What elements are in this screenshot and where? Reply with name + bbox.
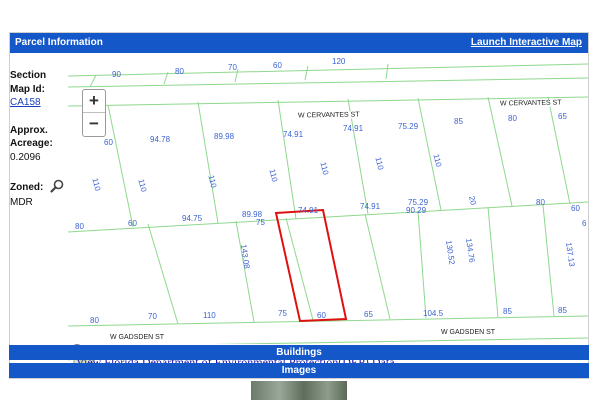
dim-label: 110 — [90, 177, 103, 192]
dim-label: 110 — [203, 311, 216, 320]
dim-label: 80 — [536, 198, 545, 207]
dim-label: 90 — [112, 70, 121, 79]
dim-label: 74.91 — [360, 202, 381, 211]
dim-label: 75 — [278, 309, 287, 318]
dim-label: 110 — [267, 168, 280, 183]
dim-label: 134.76 — [464, 237, 477, 264]
dim-label: 110 — [136, 178, 149, 193]
dimension-labels: 90 80 70 60 120 60 94.78 89.98 74.91 74.… — [68, 54, 588, 344]
zoned-label: Zoned: — [10, 182, 44, 193]
dim-label: 94.75 — [182, 214, 203, 223]
property-photo-thumbnail[interactable] — [251, 381, 347, 400]
parcel-map[interactable]: W CERVANTES ST W CERVANTES ST W GADSDEN … — [68, 54, 588, 344]
dim-label: 74.91 — [283, 130, 304, 139]
dim-label: 137.13 — [564, 241, 577, 268]
dim-label: 75.29 — [398, 122, 419, 131]
panel-title: Parcel Information — [15, 37, 103, 48]
dim-label: 80 — [75, 222, 84, 231]
dim-label: 60 — [104, 138, 113, 147]
acreage-label-1: Approx. — [10, 125, 48, 136]
zoom-out-button[interactable]: − — [83, 113, 105, 135]
dim-label: 20 — [467, 195, 478, 206]
images-section-bar[interactable]: Images — [9, 363, 589, 378]
dim-label: 89.98 — [214, 132, 235, 141]
dim-label: 85 — [454, 117, 463, 126]
dim-label: 110 — [318, 161, 331, 176]
dim-label: 74.91 — [298, 206, 319, 215]
dim-label: 65 — [364, 310, 373, 319]
dim-label: 60 — [273, 61, 282, 70]
dim-label: 143.08 — [239, 243, 252, 270]
dim-label: 60 — [317, 311, 326, 320]
parcel-details: Section Map Id: CA158 Approx. Acreage: 0… — [10, 54, 66, 344]
dim-label: 90.29 — [406, 206, 427, 215]
dim-label: 80 — [90, 316, 99, 325]
dim-label: 130.52 — [444, 239, 457, 266]
dim-label: 70 — [148, 312, 157, 321]
buildings-section-bar[interactable]: Buildings — [9, 345, 589, 360]
dim-label: 75 — [256, 218, 265, 227]
dim-label: 85 — [558, 306, 567, 315]
parcel-info-panel: Parcel Information Launch Interactive Ma… — [9, 32, 589, 379]
dim-label: 6 — [582, 219, 587, 228]
dim-label: 94.78 — [150, 135, 171, 144]
zoom-control: + − — [82, 89, 106, 137]
acreage-value: 0.2096 — [10, 152, 41, 163]
map-id-label: Map Id: — [10, 84, 45, 95]
dim-label: 60 — [128, 219, 137, 228]
dim-label: 85 — [503, 307, 512, 316]
dim-label: 65 — [558, 112, 567, 121]
dim-label: 110 — [206, 174, 219, 189]
dim-label: 110 — [373, 156, 386, 171]
dim-label: 80 — [175, 67, 184, 76]
dim-label: 80 — [508, 114, 517, 123]
map-id-link[interactable]: CA158 — [10, 97, 41, 108]
section-label: Section — [10, 70, 47, 81]
panel-header: Parcel Information Launch Interactive Ma… — [10, 33, 588, 53]
launch-interactive-map-link[interactable]: Launch Interactive Map — [471, 37, 582, 48]
dim-label: 104.5 — [423, 309, 444, 318]
zoom-in-button[interactable]: + — [83, 90, 105, 113]
dim-label: 60 — [571, 204, 580, 213]
acreage-label-2: Acreage: — [10, 138, 53, 149]
zoned-value: MDR — [10, 197, 33, 208]
dim-label: 120 — [332, 57, 346, 66]
dim-label: 70 — [228, 63, 237, 72]
zoning-search-icon[interactable] — [50, 179, 64, 193]
dim-label: 74.91 — [343, 124, 364, 133]
dim-label: 110 — [431, 153, 444, 168]
